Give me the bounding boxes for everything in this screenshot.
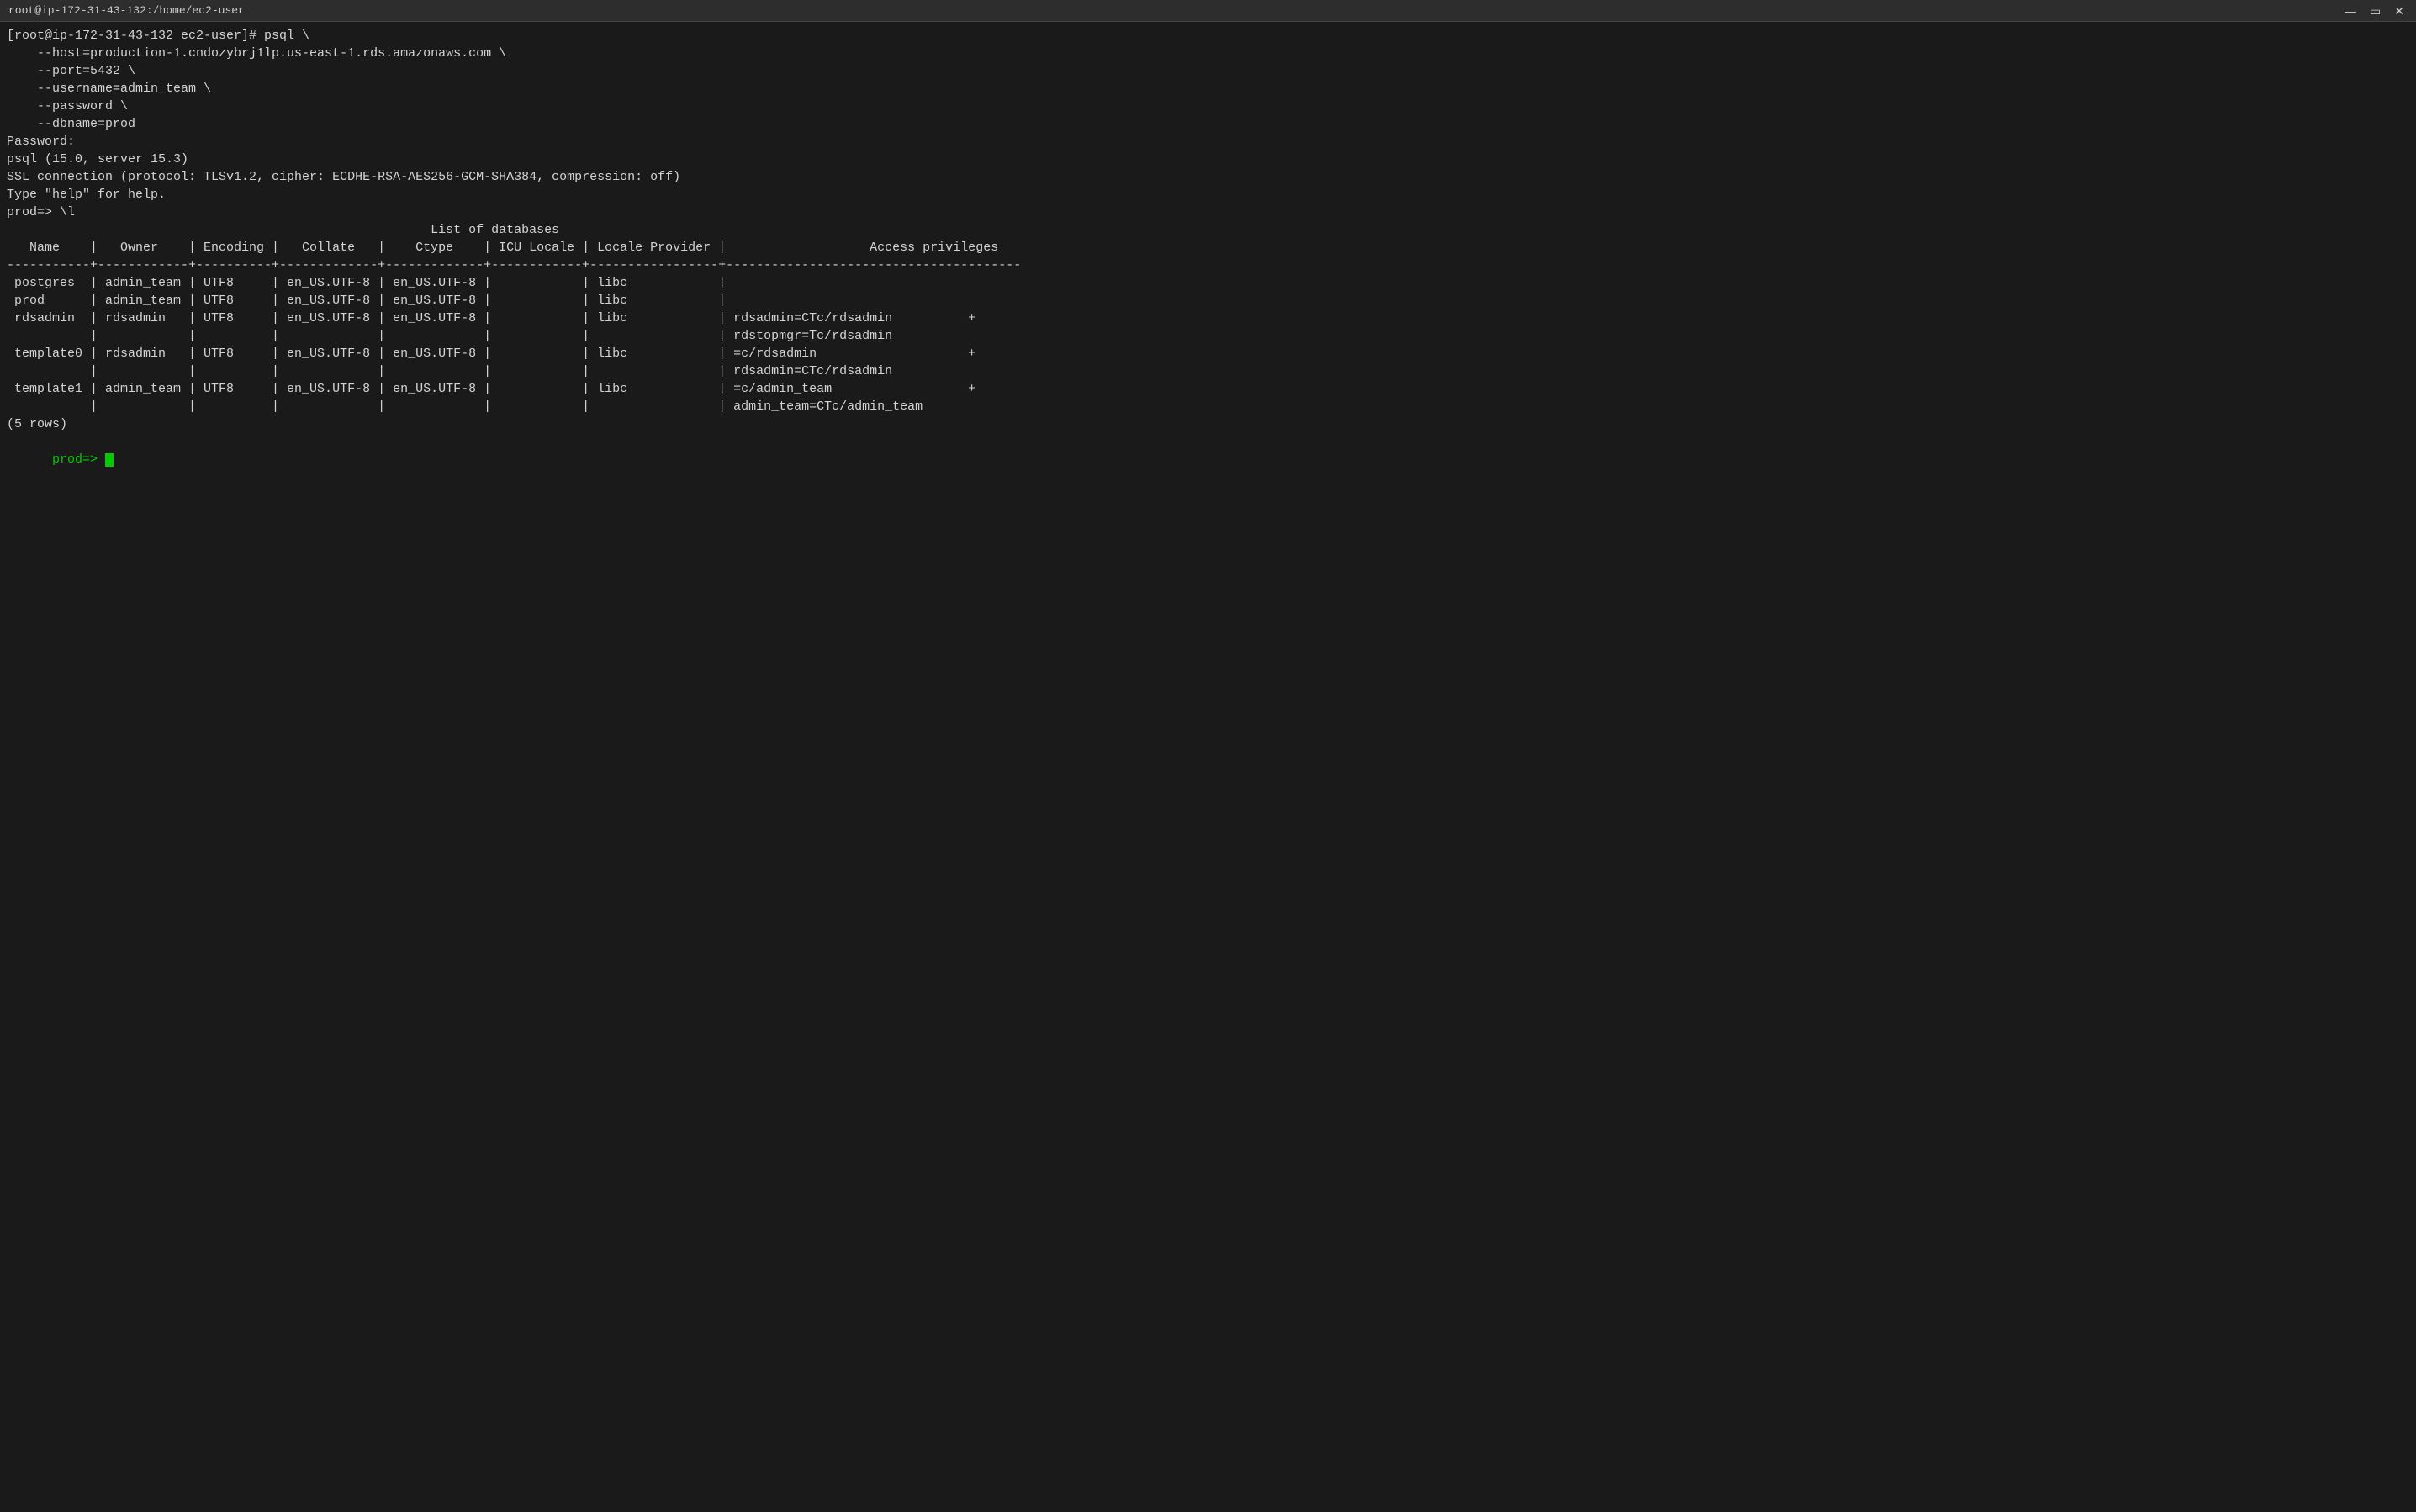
terminal-line: --host=production-1.cndozybrj1lp.us-east… xyxy=(7,45,2409,62)
prompt-text: prod=> xyxy=(52,452,105,467)
terminal-window: root@ip-172-31-43-132:/home/ec2-user — ▭… xyxy=(0,0,2416,1512)
terminal-line: template0 | rdsadmin | UTF8 | en_US.UTF-… xyxy=(7,345,2409,362)
terminal-prompt-line: prod=> xyxy=(7,433,2409,486)
title-bar: root@ip-172-31-43-132:/home/ec2-user — ▭… xyxy=(0,0,2416,22)
terminal-line: List of databases xyxy=(7,221,2409,239)
terminal-line: postgres | admin_team | UTF8 | en_US.UTF… xyxy=(7,274,2409,292)
terminal-body[interactable]: [root@ip-172-31-43-132 ec2-user]# psql \… xyxy=(0,22,2416,1512)
close-button[interactable]: ✕ xyxy=(2391,5,2408,17)
cursor xyxy=(105,453,114,468)
terminal-line: --password \ xyxy=(7,98,2409,115)
window-controls: — ▭ ✕ xyxy=(2341,5,2408,17)
terminal-line: --port=5432 \ xyxy=(7,62,2409,80)
terminal-line: | | | | | | | rdstopmgr=Tc/rdsadmin xyxy=(7,327,2409,345)
terminal-line: [root@ip-172-31-43-132 ec2-user]# psql \ xyxy=(7,27,2409,45)
terminal-line: template1 | admin_team | UTF8 | en_US.UT… xyxy=(7,380,2409,398)
terminal-line: Name | Owner | Encoding | Collate | Ctyp… xyxy=(7,239,2409,256)
maximize-button[interactable]: ▭ xyxy=(2366,5,2384,17)
terminal-line: prod | admin_team | UTF8 | en_US.UTF-8 |… xyxy=(7,292,2409,309)
terminal-output: [root@ip-172-31-43-132 ec2-user]# psql \… xyxy=(7,27,2409,433)
terminal-line: (5 rows) xyxy=(7,415,2409,433)
terminal-line: Type "help" for help. xyxy=(7,186,2409,204)
terminal-line: --username=admin_team \ xyxy=(7,80,2409,98)
terminal-line: psql (15.0, server 15.3) xyxy=(7,151,2409,168)
terminal-line: Password: xyxy=(7,133,2409,151)
terminal-line: --dbname=prod xyxy=(7,115,2409,133)
terminal-line: | | | | | | | admin_team=CTc/admin_team xyxy=(7,398,2409,415)
window-title: root@ip-172-31-43-132:/home/ec2-user xyxy=(8,4,2341,17)
terminal-line: SSL connection (protocol: TLSv1.2, ciphe… xyxy=(7,168,2409,186)
terminal-line: | | | | | | | rdsadmin=CTc/rdsadmin xyxy=(7,362,2409,380)
terminal-line: rdsadmin | rdsadmin | UTF8 | en_US.UTF-8… xyxy=(7,309,2409,327)
terminal-line: prod=> \l xyxy=(7,204,2409,221)
terminal-line: -----------+------------+----------+----… xyxy=(7,256,2409,274)
minimize-button[interactable]: — xyxy=(2341,5,2360,17)
